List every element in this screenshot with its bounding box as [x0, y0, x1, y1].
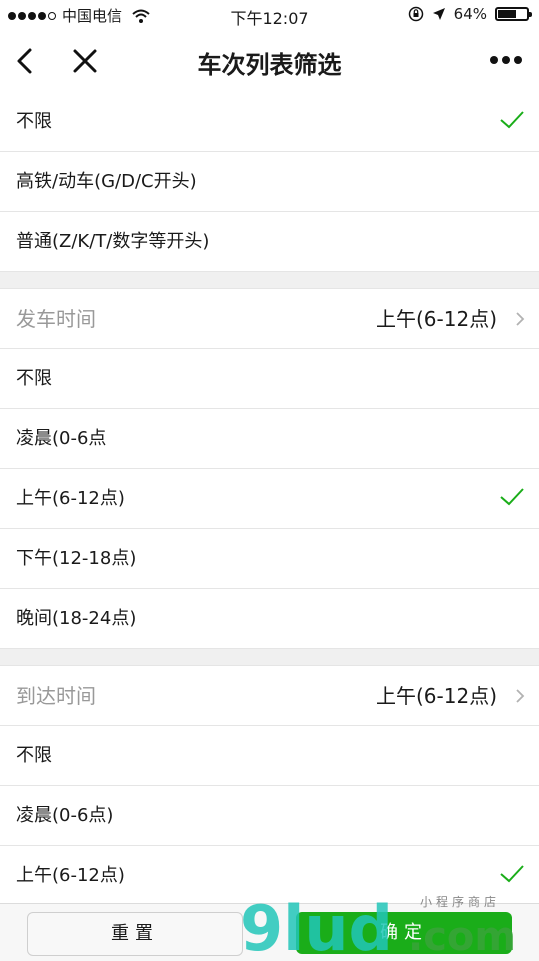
- section-title: 到达时间: [16, 684, 96, 708]
- filter-list: 不限 高铁/动车(G/D/C开头) 普通(Z/K/T/数字等开头) 发车时间 上…: [0, 92, 539, 906]
- arrival-option[interactable]: 凌晨(0-6点): [0, 786, 539, 846]
- confirm-button[interactable]: 确定: [296, 912, 512, 954]
- location-arrow-icon: [432, 8, 445, 20]
- checkmark-icon: [500, 111, 524, 129]
- train-type-option[interactable]: 普通(Z/K/T/数字等开头): [0, 212, 539, 272]
- departure-option[interactable]: 下午(12-18点): [0, 529, 539, 589]
- option-label: 下午(12-18点): [16, 548, 137, 569]
- departure-option[interactable]: 上午(6-12点): [0, 469, 539, 529]
- battery-percent: 64%: [453, 5, 487, 23]
- departure-time-header[interactable]: 发车时间 上午(6-12点): [0, 289, 539, 349]
- bottom-action-bar: 重置 确定: [0, 903, 539, 961]
- arrival-option[interactable]: 不限: [0, 726, 539, 786]
- option-label: 上午(6-12点): [16, 865, 125, 886]
- page-title: 车次列表筛选: [197, 51, 342, 79]
- option-label: 上午(6-12点): [16, 488, 125, 509]
- battery-icon: [495, 7, 532, 21]
- option-label: 凌晨(0-6点): [16, 805, 114, 826]
- reset-button[interactable]: 重置: [27, 912, 243, 956]
- more-options-icon[interactable]: [489, 52, 523, 68]
- chevron-right-icon: [516, 312, 525, 326]
- option-label: 普通(Z/K/T/数字等开头): [16, 231, 210, 252]
- option-label: 不限: [16, 368, 52, 389]
- status-bar: 中国电信 下午12:07 64%: [0, 0, 539, 30]
- train-type-option[interactable]: 不限: [0, 92, 539, 152]
- option-label: 不限: [16, 111, 52, 132]
- section-value: 上午(6-12点): [376, 684, 497, 708]
- orientation-lock-icon: [408, 6, 423, 22]
- arrival-option[interactable]: 上午(6-12点): [0, 846, 539, 906]
- departure-option[interactable]: 晚间(18-24点): [0, 589, 539, 649]
- chevron-right-icon: [516, 689, 525, 703]
- departure-option[interactable]: 凌晨(0-6点: [0, 409, 539, 469]
- checkmark-icon: [500, 488, 524, 506]
- arrival-time-header[interactable]: 到达时间 上午(6-12点): [0, 666, 539, 726]
- status-right: 64%: [408, 5, 532, 23]
- train-type-option[interactable]: 高铁/动车(G/D/C开头): [0, 152, 539, 212]
- section-divider: [0, 272, 539, 289]
- option-label: 不限: [16, 745, 52, 766]
- departure-option[interactable]: 不限: [0, 349, 539, 409]
- option-label: 晚间(18-24点): [16, 608, 137, 629]
- section-title: 发车时间: [16, 307, 96, 331]
- checkmark-icon: [500, 865, 524, 883]
- section-value: 上午(6-12点): [376, 307, 497, 331]
- nav-bar: 车次列表筛选: [0, 30, 539, 92]
- section-divider: [0, 649, 539, 666]
- option-label: 凌晨(0-6点: [16, 428, 107, 449]
- option-label: 高铁/动车(G/D/C开头): [16, 171, 197, 192]
